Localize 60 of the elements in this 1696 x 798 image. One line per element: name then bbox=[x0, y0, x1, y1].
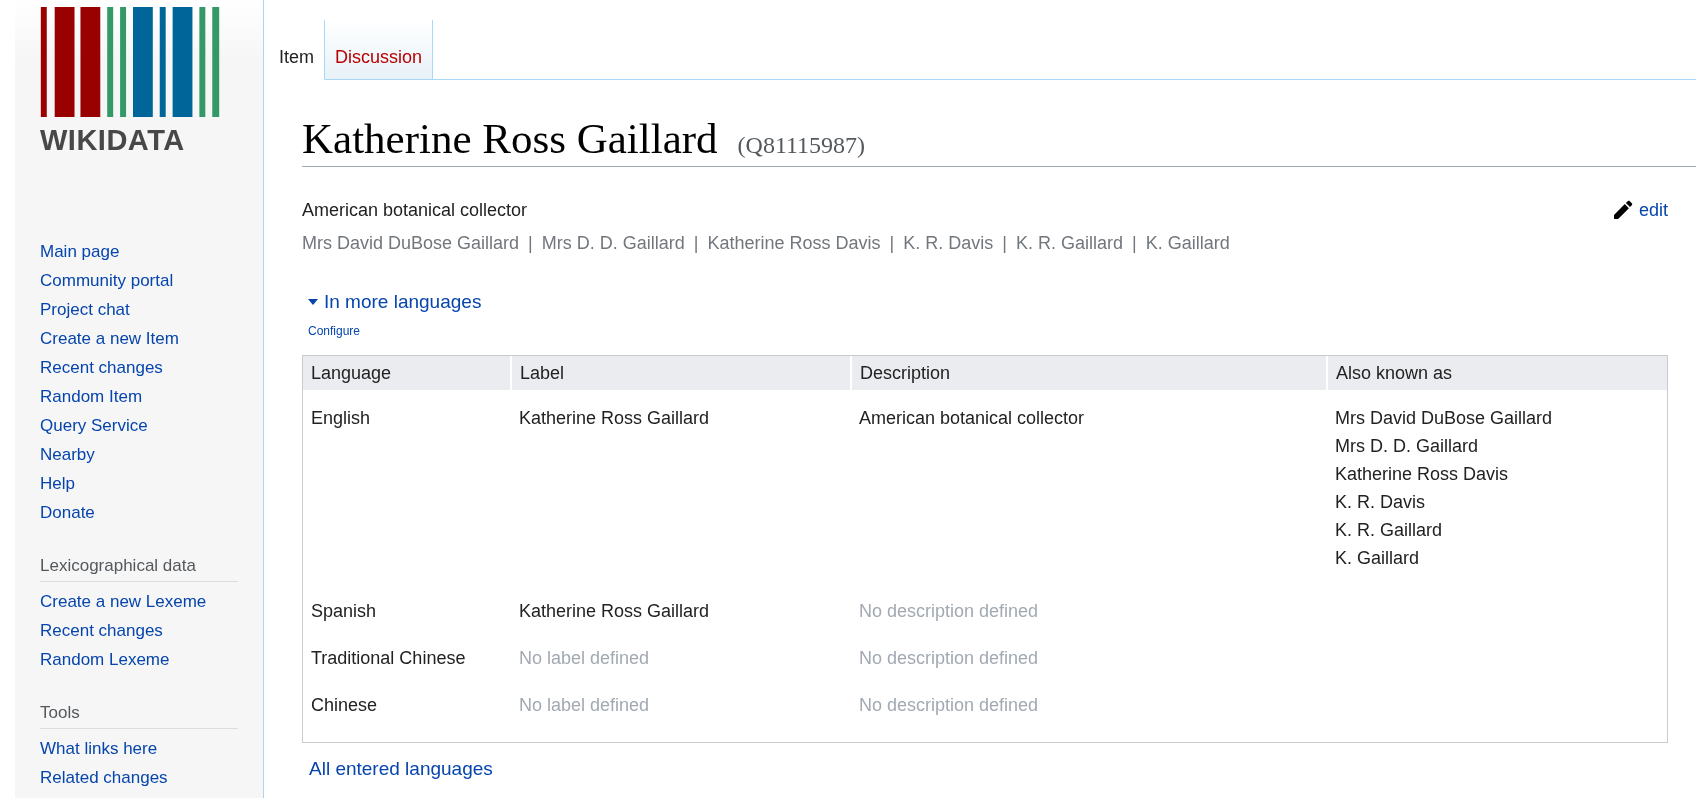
all-languages-link[interactable]: All entered languages bbox=[309, 755, 493, 783]
alias-separator: | bbox=[889, 232, 895, 255]
edit-link[interactable]: edit bbox=[1612, 199, 1668, 221]
sidebar-link[interactable]: Random Lexeme bbox=[40, 645, 170, 674]
item-description: American botanical collector bbox=[302, 199, 528, 222]
description-text: No description defined bbox=[859, 601, 1039, 621]
label-text: No label defined bbox=[519, 648, 650, 668]
alias-text: Mrs David DuBose Gaillard bbox=[302, 232, 520, 255]
sidebar-link[interactable]: Nearby bbox=[40, 440, 95, 469]
column-header: Description bbox=[851, 356, 1327, 390]
alias-separator: | bbox=[693, 232, 699, 255]
sidebar-link[interactable]: Recent changes bbox=[40, 353, 163, 382]
column-header: Language bbox=[303, 356, 511, 390]
sidebar-link[interactable]: Random Item bbox=[40, 382, 143, 411]
label-text: No label defined bbox=[519, 695, 650, 715]
language-name: Chinese bbox=[311, 695, 378, 715]
language-name: English bbox=[311, 408, 371, 428]
configure-link[interactable]: Configure bbox=[308, 323, 361, 339]
alias-text: K. Gaillard bbox=[1145, 232, 1230, 255]
alias-text: Katherine Ross Davis bbox=[707, 232, 881, 255]
label-text: Katherine Ross Gaillard bbox=[519, 601, 710, 621]
language-name: Spanish bbox=[311, 601, 377, 621]
alias-text: K. R. Gaillard bbox=[1015, 232, 1123, 255]
alias-text: Mrs D. D. Gaillard bbox=[1335, 435, 1479, 458]
column-header: Also known as bbox=[1327, 356, 1667, 390]
pencil-icon bbox=[1612, 200, 1633, 220]
barcode-logo[interactable] bbox=[40, 7, 222, 117]
alias-separator: | bbox=[1132, 232, 1137, 255]
page-title: Katherine Ross Gaillard bbox=[302, 114, 718, 164]
alias-text: K. Gaillard bbox=[1335, 547, 1421, 570]
sidebar-link[interactable]: What links here bbox=[40, 734, 158, 763]
alias-text: Mrs David DuBose Gaillard bbox=[1335, 407, 1554, 430]
alias-text: K. R. Davis bbox=[1335, 491, 1427, 514]
sidebar-link[interactable]: Main page bbox=[40, 237, 120, 266]
language-name: Traditional Chinese bbox=[311, 648, 466, 668]
sidebar-link[interactable]: Create a new Lexeme bbox=[40, 587, 207, 616]
sidebar-link[interactable]: Project chat bbox=[40, 295, 130, 324]
alias-separator: | bbox=[528, 232, 533, 255]
alias-text: K. R. Davis bbox=[903, 232, 994, 255]
wikidata-wordmark[interactable]: WIKIDATA bbox=[40, 123, 185, 157]
caret-icon bbox=[308, 299, 318, 305]
sidebar-link[interactable]: Community portal bbox=[40, 266, 174, 295]
alias-text: Mrs D. D. Gaillard bbox=[541, 232, 685, 255]
description-text: American botanical collector bbox=[859, 408, 1085, 428]
sidebar-link[interactable]: Related changes bbox=[40, 763, 168, 792]
description-text: No description defined bbox=[859, 695, 1039, 715]
page-tab[interactable]: Discussion bbox=[325, 20, 434, 80]
alias-separator: | bbox=[1002, 232, 1007, 255]
alias-text: Katherine Ross Davis bbox=[1335, 463, 1510, 486]
sidebar-link[interactable]: Help bbox=[40, 469, 75, 498]
sidebar-link[interactable]: Donate bbox=[40, 498, 95, 527]
alias-text: K. R. Gaillard bbox=[1335, 519, 1444, 542]
languages-toggle[interactable]: In more languages bbox=[308, 288, 482, 316]
sidebar-link[interactable]: Recent changes bbox=[40, 616, 163, 645]
label-text: Katherine Ross Gaillard bbox=[519, 408, 710, 428]
column-header: Label bbox=[511, 356, 851, 390]
item-id: (Q81115987) bbox=[737, 132, 866, 159]
sidebar-link[interactable]: Query Service bbox=[40, 411, 148, 440]
description-text: No description defined bbox=[859, 648, 1039, 668]
sidebar-link[interactable]: Create a new Item bbox=[40, 324, 179, 353]
